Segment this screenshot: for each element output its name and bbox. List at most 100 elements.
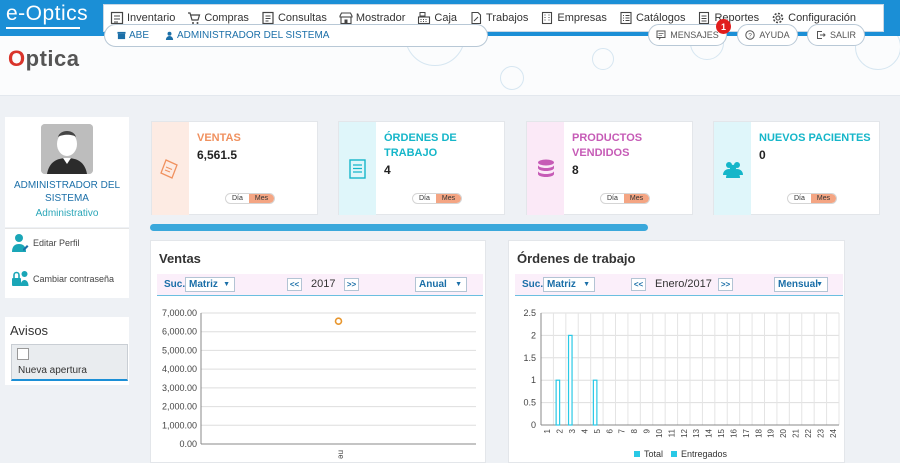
prev-period-button[interactable]: << — [631, 278, 646, 291]
x-tick-label: 20 — [779, 428, 788, 437]
card-side — [152, 122, 189, 215]
app-brand[interactable]: e-Optics — [6, 2, 88, 26]
message-icon — [656, 30, 666, 40]
branch-select[interactable]: Matriz ▼ — [185, 277, 235, 292]
data-point — [334, 317, 343, 326]
loading-progress-bar — [150, 224, 648, 231]
filter-bar: Suc. Matriz ▼ << Enero/2017 >> Mensual ▼ — [515, 274, 843, 296]
suc-label: Suc. — [164, 279, 186, 290]
ventas-chart: 0.00 1,000.00 2,000.00 3,000.00 4,000.00 5,00… — [162, 308, 476, 459]
toggle-day[interactable]: Día — [788, 194, 811, 203]
panel-title: Ventas — [159, 251, 201, 266]
x-tick-label: 10 — [655, 428, 664, 437]
avisos-title: Avisos — [10, 323, 49, 338]
legend-swatch — [671, 451, 678, 457]
card-side — [527, 122, 564, 215]
prev-period-button[interactable]: << — [287, 278, 302, 291]
y-tick-label: 0 — [531, 420, 536, 430]
inventory-icon — [110, 11, 124, 25]
nav-label: Consultas — [277, 12, 327, 24]
filter-bar: Suc. Matriz ▼ << 2017 >> Anual ▼ — [157, 274, 483, 296]
chevron-down-icon: ▼ — [455, 281, 462, 288]
next-period-button[interactable]: >> — [344, 278, 359, 291]
next-period-button[interactable]: >> — [718, 278, 733, 291]
period-toggle: Día Mes — [787, 193, 838, 204]
period-toggle: Día Mes — [225, 193, 276, 204]
legend-entregados[interactable]: Entregados — [671, 449, 727, 459]
receipt-icon — [159, 158, 178, 179]
avatar[interactable] — [41, 124, 93, 174]
toggle-day[interactable]: Día — [413, 194, 436, 203]
y-tick-label: 1 — [531, 375, 536, 385]
change-password-link[interactable]: Cambiar contraseña — [11, 269, 114, 289]
nav-label: Mostrador — [355, 12, 406, 24]
user-name: ADMINISTRADOR DEL SISTEMA — [177, 30, 330, 41]
x-tick-label: 9 — [643, 428, 652, 433]
x-tick-label: 18 — [754, 428, 763, 437]
decor-circle — [500, 66, 524, 90]
aviso-item[interactable]: Nueva apertura — [11, 344, 128, 381]
users-icon — [722, 161, 743, 178]
report-icon — [699, 11, 710, 25]
y-tick-label: 0.00 — [179, 439, 197, 449]
y-tick-label: 1.5 — [523, 353, 536, 363]
logout-label: SALIR — [829, 30, 856, 40]
y-tick-label: 1,000.00 — [162, 420, 197, 430]
stat-label: NUEVOS PACIENTES — [759, 132, 871, 144]
consult-icon — [262, 11, 274, 25]
toggle-month[interactable]: Mes — [623, 194, 650, 203]
logout-button[interactable]: SALIR — [807, 24, 865, 46]
profile-role: Administrativo — [35, 208, 99, 219]
branch-select[interactable]: Matriz ▼ — [543, 277, 595, 292]
stat-label: PRODUCTOS VENDIDOS — [572, 132, 643, 159]
toggle-month[interactable]: Mes — [248, 194, 275, 203]
stat-card-productos: PRODUCTOS VENDIDOS 8 Día Mes — [526, 121, 693, 215]
card-side — [714, 122, 751, 215]
x-tick-label: 8 — [630, 428, 639, 433]
nav-empresas[interactable]: Empresas — [534, 5, 613, 31]
stat-value: 6,561.5 — [197, 148, 238, 162]
toggle-day[interactable]: Día — [226, 194, 249, 203]
range-select[interactable]: Anual ▼ — [415, 277, 467, 292]
y-tick-label: 2 — [531, 330, 536, 340]
bar-total — [592, 379, 598, 426]
messages-label: MENSAJES — [670, 30, 719, 40]
toggle-month[interactable]: Mes — [810, 194, 837, 203]
y-tick-label: 6,000.00 — [162, 327, 197, 337]
x-tick-label: 23 — [816, 428, 825, 437]
edit-user-icon — [12, 234, 29, 252]
x-tick-label: 5 — [593, 428, 602, 433]
stat-card-pacientes: NUEVOS PACIENTES 0 Día Mes — [713, 121, 880, 215]
change-password-label: Cambiar contraseña — [33, 274, 115, 284]
broken-image-icon — [17, 348, 29, 360]
range-select[interactable]: Mensual ▼ — [774, 277, 828, 292]
y-tick-label: 4,000.00 — [162, 364, 197, 374]
period-toggle: Día Mes — [412, 193, 463, 204]
stat-value: 0 — [759, 148, 766, 162]
help-button[interactable]: ? AYUDA — [737, 24, 798, 46]
document-icon — [348, 158, 366, 179]
bar-total — [567, 334, 573, 426]
chevron-down-icon: ▼ — [816, 281, 823, 288]
decor-circle — [592, 48, 614, 70]
help-icon: ? — [745, 30, 756, 40]
y-tick-label: 0.5 — [523, 398, 536, 408]
nav-label: Trabajos — [486, 12, 529, 24]
branch-indicator[interactable]: ABE — [117, 30, 149, 41]
ventas-panel: Ventas Suc. Matriz ▼ << 2017 >> Anual ▼ 0.… — [150, 240, 486, 463]
legend-total[interactable]: Total — [634, 449, 663, 459]
gear-icon — [772, 12, 784, 24]
toggle-month[interactable]: Mes — [435, 194, 462, 203]
edit-profile-label: Editar Perfil — [33, 238, 80, 248]
x-tick-label: 21 — [792, 428, 801, 437]
card-side — [339, 122, 376, 215]
chart-legend: Total Entregados — [634, 449, 735, 459]
x-tick-label: 15 — [717, 428, 726, 437]
toggle-day[interactable]: Día — [601, 194, 624, 203]
current-user[interactable]: ADMINISTRADOR DEL SISTEMA — [165, 30, 329, 41]
edit-profile-link[interactable]: Editar Perfil — [11, 233, 80, 253]
x-tick-label: 11 — [667, 428, 676, 437]
period-label: Enero/2017 — [655, 278, 712, 290]
period-label: 2017 — [311, 278, 336, 290]
logout-icon — [816, 31, 826, 39]
